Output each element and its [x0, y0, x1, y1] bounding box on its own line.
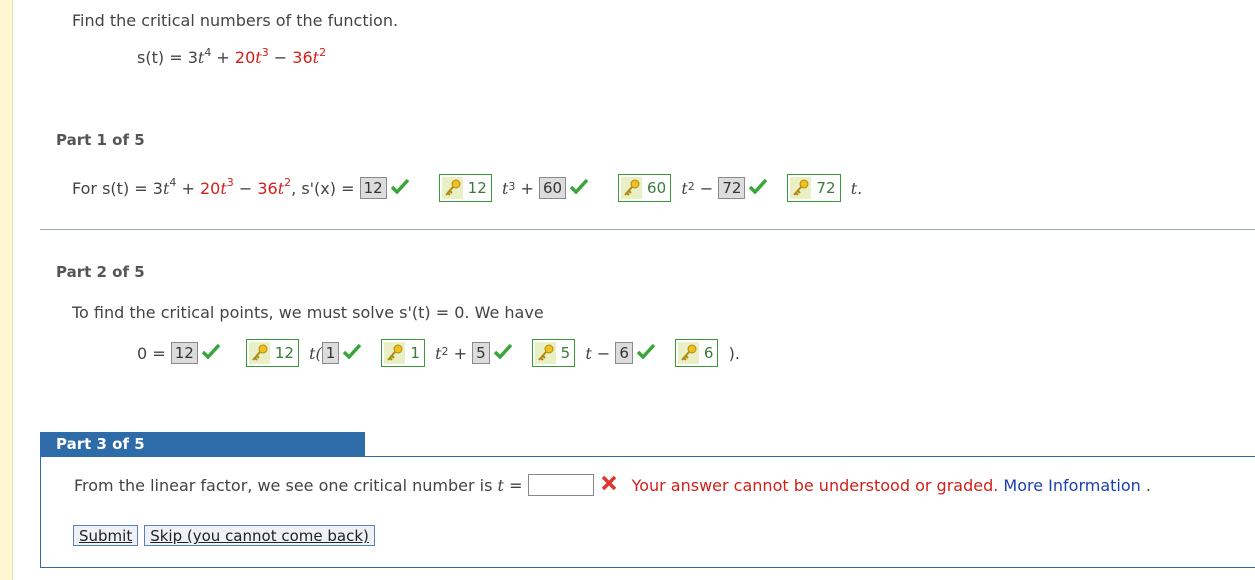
key-icon: [534, 342, 556, 364]
part1-label: Part 1 of 5: [56, 131, 145, 149]
part2-close: ).: [728, 343, 740, 363]
function-expression: s(t) = 3t4 + 20t3 − 36t2: [137, 45, 327, 67]
part1-key-2[interactable]: 60: [618, 174, 672, 202]
part1-deriv: s'(x): [301, 178, 336, 198]
more-information-link[interactable]: More Information: [1003, 476, 1140, 495]
key-icon: [384, 342, 406, 364]
check-icon: [493, 343, 512, 363]
check-icon: [343, 343, 362, 363]
part3-prompt: From the linear factor, we see one criti…: [74, 475, 493, 495]
check-icon: [636, 343, 656, 363]
key-icon: [790, 177, 812, 199]
part1-answer-3: 72: [718, 177, 746, 199]
part2-answer-4: 6: [615, 342, 633, 364]
key-icon: [677, 342, 699, 364]
part1-key-1[interactable]: 12: [438, 174, 492, 202]
t-open: t(: [309, 343, 322, 363]
check-icon: [569, 178, 589, 198]
part1-row: For s(t) = 3t4 + 20t3 − 36t2, s'(x) = 12…: [72, 174, 862, 202]
part2-key-3[interactable]: 5: [531, 339, 576, 367]
part2-key-2[interactable]: 1: [381, 339, 425, 367]
part2-answer-3: 5: [472, 342, 490, 364]
part1-key-3[interactable]: 72: [787, 174, 841, 202]
part3-row: From the linear factor, we see one criti…: [74, 474, 1151, 496]
part2-answer-2: 1: [321, 342, 340, 364]
key-icon: [248, 342, 270, 364]
part1-answer-1: 12: [359, 177, 387, 199]
part2-zero: 0: [137, 343, 148, 363]
error-message: Your answer cannot be understood or grad…: [631, 475, 999, 495]
part3-buttons: Submit Skip (you cannot come back): [73, 525, 375, 546]
part2-sentence: To find the critical points, we must sol…: [72, 303, 544, 322]
part1-lead: For s(t): [72, 178, 130, 198]
part2-row: 0 = 12 12 t( 1 1 t2 + 5 5 t − 6 6 ).: [137, 339, 740, 367]
answer-input[interactable]: [527, 474, 594, 496]
check-icon: [201, 343, 221, 363]
part2-key-4[interactable]: 6: [674, 339, 719, 367]
part3-label: Part 3 of 5: [40, 432, 365, 456]
error-x-icon: [600, 474, 618, 496]
part1-tail: t.: [850, 178, 863, 198]
key-icon: [621, 177, 643, 199]
submit-button[interactable]: Submit: [73, 525, 139, 546]
divider: [40, 229, 1255, 230]
check-icon: [390, 178, 409, 198]
check-icon: [749, 178, 768, 198]
part2-answer-1: 12: [170, 342, 198, 364]
part2-label: Part 2 of 5: [56, 263, 145, 281]
key-icon: [441, 177, 463, 199]
part2-key-1[interactable]: 12: [245, 339, 299, 367]
left-margin-strip: [0, 0, 13, 580]
part1-answer-2: 60: [538, 177, 567, 199]
skip-button[interactable]: Skip (you cannot come back): [144, 525, 375, 546]
question-prompt: Find the critical numbers of the functio…: [72, 11, 399, 30]
